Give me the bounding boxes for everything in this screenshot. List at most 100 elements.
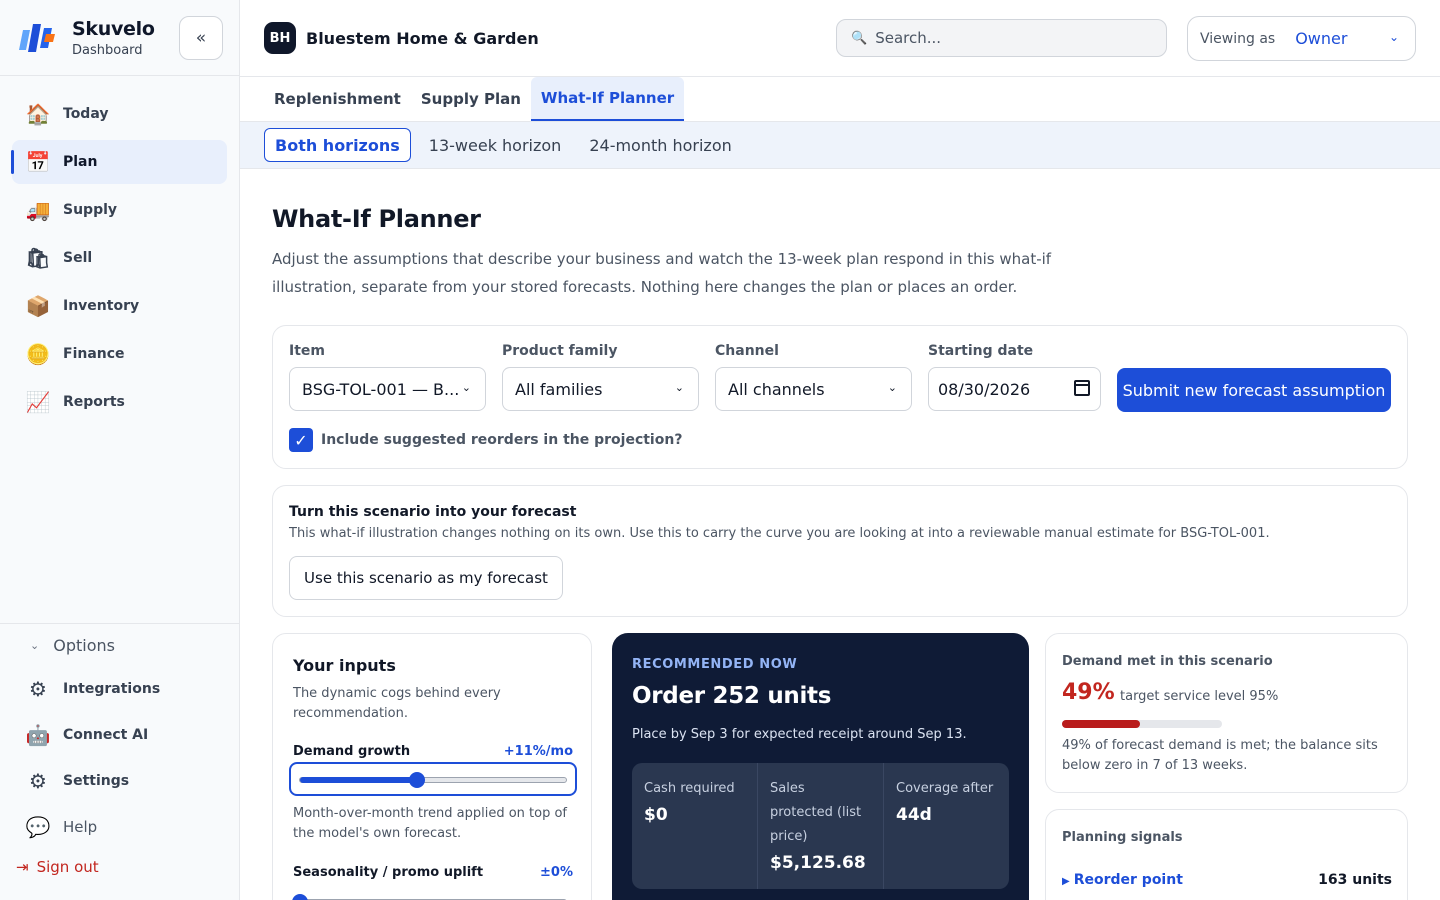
sidebar-item-label: Finance [63,346,125,362]
double-chevron-left-icon: « [195,28,207,48]
sidebar-item-label: Plan [63,154,98,170]
channel-field: Channel All channels ⌄ [715,343,912,411]
demand-met-title: Demand met in this scenario [1062,654,1273,669]
demand-growth-header: Demand growth +11%/mo [293,744,573,759]
signal-row-reorder-point[interactable]: ▶ Reorder point 163 units [1062,872,1392,888]
date-field: Starting date 08/30/2026 [928,343,1101,411]
sidebar-item-today[interactable]: 🏠 Today [12,92,227,136]
include-reorders-checkbox[interactable]: ✓ [289,428,313,452]
options-toggle[interactable]: ⌄ Options [0,624,239,666]
demand-met-percent: 49% [1062,680,1115,705]
chevron-down-icon: ⌄ [1388,30,1399,44]
demand-met-bar [1062,720,1222,728]
tab-supply-plan[interactable]: Supply Plan [411,77,531,121]
horizon-13-week[interactable]: 13-week horizon [419,128,572,162]
sign-out-icon: ⇥ [16,858,29,876]
horizon-both[interactable]: Both horizons [264,128,411,162]
caret-right-icon: ▶ [1062,876,1070,887]
calendar-icon[interactable] [1074,380,1090,396]
planning-tabs: Replenishment Supply Plan What-If Planne… [240,77,1440,122]
search-icon: 🔍 [851,30,868,46]
channel-label: Channel [715,343,779,359]
demand-growth-label: Demand growth [293,744,411,759]
page-title: What-If Planner [272,205,481,233]
submit-forecast-button[interactable]: Submit new forecast assumption [1117,368,1391,412]
scenario-text: This what-if illustration changes nothin… [289,526,1270,541]
item-value: BSG-TOL-001 — B... [302,379,460,399]
viewing-as-select[interactable]: Viewing as Owner ⌄ [1187,16,1416,61]
chevron-down-icon: ⌄ [674,381,684,394]
viewing-as-value: Owner [1295,29,1348,48]
sidebar-item-integrations[interactable]: ⚙ Integrations [0,666,239,712]
sidebar-item-label: Help [63,818,98,836]
signals-title: Planning signals [1062,830,1183,845]
sidebar-item-label: Supply [63,202,118,218]
sidebar-item-label: Settings [63,773,130,789]
search-input[interactable] [875,29,1146,47]
options-label: Options [53,635,115,655]
tab-what-if-planner[interactable]: What-If Planner [530,77,685,121]
org-name: Bluestem Home & Garden [306,28,539,48]
item-label: Item [289,343,325,359]
family-select[interactable]: All families ⌄ [502,367,699,411]
sidebar-item-plan[interactable]: 📅 Plan [11,140,227,184]
date-input[interactable]: 08/30/2026 [928,367,1101,411]
signal-value: 163 units [1318,872,1392,888]
channel-select[interactable]: All channels ⌄ [715,367,912,411]
horizon-24-month[interactable]: 24-month horizon [579,128,741,162]
chart-icon: 📈 [25,390,51,414]
recommendation-headline: Order 252 units [632,683,832,709]
demand-met-bar-fill [1062,720,1141,728]
demand-growth-slider[interactable] [289,762,577,796]
include-reorders-row: ✓ Include suggested reorders in the proj… [289,428,682,452]
robot-icon: 🤖 [25,723,51,747]
sidebar-item-settings[interactable]: ⚙ Settings [0,758,239,804]
item-field: Item BSG-TOL-001 — B... ⌄ [289,343,486,411]
collapse-sidebar-button[interactable]: « [179,16,223,60]
item-select[interactable]: BSG-TOL-001 — B... ⌄ [289,367,486,411]
chevron-down-icon: ⌄ [461,381,471,394]
chevron-down-icon: ⌄ [30,638,40,652]
org-avatar: BH [264,22,296,54]
house-icon: 🏠 [25,102,51,126]
slider-thumb[interactable] [409,772,426,788]
signal-label: ▶ Reorder point [1062,872,1183,888]
sidebar-item-inventory[interactable]: 📦 Inventory [12,284,227,328]
seasonality-label: Seasonality / promo uplift [293,865,484,880]
demand-growth-help: Month-over-month trend applied on top of… [293,806,567,841]
metric-label: Coverage after [896,781,994,796]
page-description: Adjust the assumptions that describe you… [272,250,1052,296]
slider-thumb[interactable] [292,894,308,900]
signal-label-text: Reorder point [1073,872,1183,888]
skuvelo-logo-icon[interactable] [16,17,58,59]
tab-replenishment[interactable]: Replenishment [264,77,411,121]
demand-met-card: Demand met in this scenario 49% target s… [1045,633,1408,793]
calendar-icon: 📅 [25,150,51,174]
sidebar-item-supply[interactable]: 🚚 Supply [12,188,227,232]
checkmark-icon: ✓ [294,430,308,450]
sidebar-item-label: Connect AI [63,727,149,743]
sidebar-item-reports[interactable]: 📈 Reports [12,380,227,424]
recommendation-eyebrow: RECOMMENDED NOW [632,657,798,672]
viewing-as-label: Viewing as [1200,30,1276,47]
sidebar-item-finance[interactable]: 🪙 Finance [12,332,227,376]
brand: Skuvelo Dashboard « [0,0,239,76]
options-section: ⌄ Options ⚙ Integrations 🤖 Connect AI ⚙ … [0,623,239,850]
metric-value: $5,125.68 [770,853,866,873]
chat-bubble-icon: 💬 [25,815,51,839]
sidebar-item-help[interactable]: 💬 Help [0,804,239,850]
sidebar-item-connect-ai[interactable]: 🤖 Connect AI [0,712,239,758]
demand-met-note: 49% of forecast demand is met; the balan… [1062,738,1378,773]
coin-icon: 🪙 [25,342,51,366]
inputs-title: Your inputs [293,656,396,675]
seasonality-value: ±0% [540,865,573,880]
use-scenario-button[interactable]: Use this scenario as my forecast [289,556,563,600]
horizon-tabs: Both horizons 13-week horizon 24-month h… [240,122,1440,169]
sign-out-link[interactable]: ⇥ Sign out [16,858,99,876]
seasonality-slider[interactable] [289,884,577,900]
sidebar-item-label: Today [63,106,109,122]
sidebar-item-sell[interactable]: 🛍 Sell [12,236,227,280]
family-field: Product family All families ⌄ [502,343,699,411]
truck-icon: 🚚 [25,198,51,222]
include-reorders-label[interactable]: Include suggested reorders in the projec… [321,432,682,448]
